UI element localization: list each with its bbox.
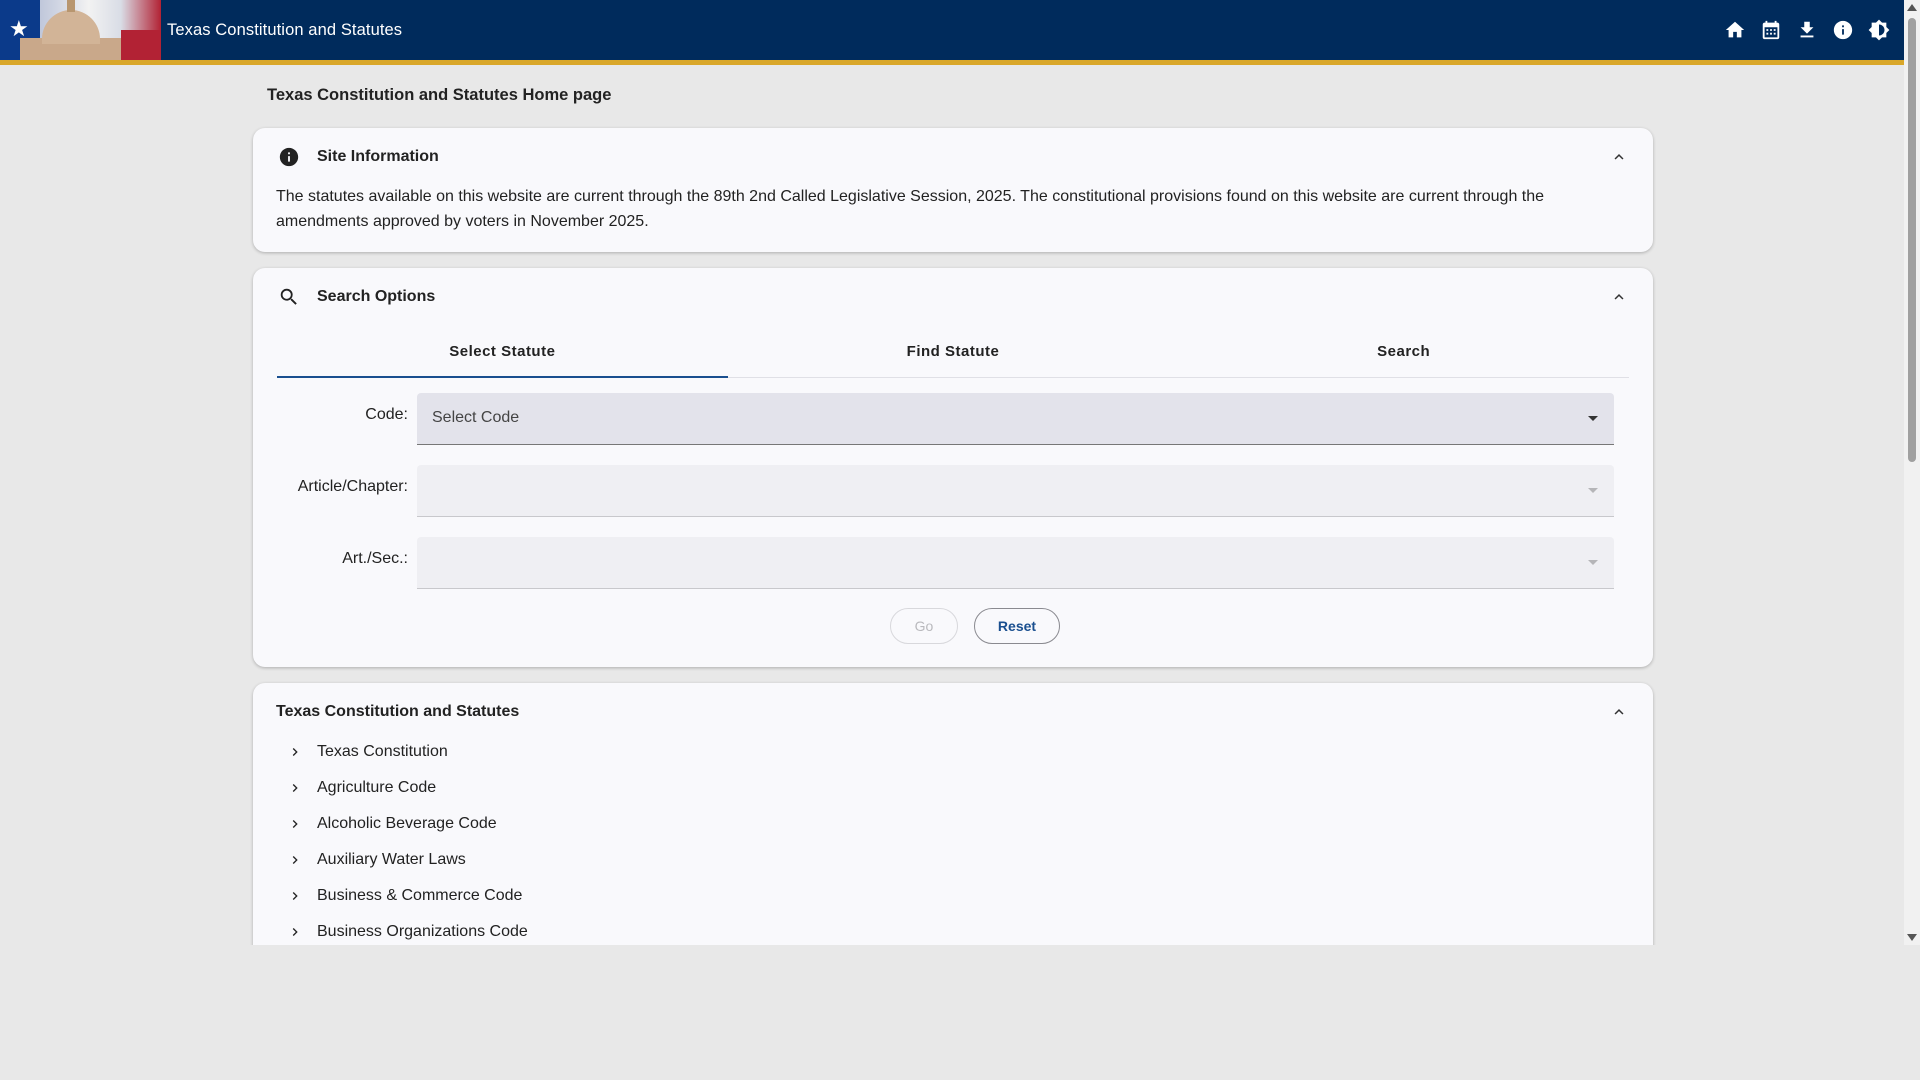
tab-search[interactable]: Search <box>1178 326 1629 377</box>
search-options-title: Search Options <box>317 288 436 305</box>
theme-toggle-button[interactable] <box>1866 17 1892 43</box>
dropdown-arrow-icon <box>1588 560 1598 565</box>
logo-flag-red <box>121 30 161 60</box>
info-circle-icon <box>277 145 301 169</box>
home-button[interactable] <box>1722 17 1748 43</box>
go-button[interactable]: Go <box>890 608 958 644</box>
code-select[interactable]: Select Code <box>417 393 1614 445</box>
calendar-icon <box>1762 20 1780 40</box>
tree-item-label: Business Organizations Code <box>317 923 528 940</box>
dropdown-arrow-icon <box>1588 416 1598 421</box>
logo-capitol-top <box>67 0 75 12</box>
home-icon <box>1725 21 1745 38</box>
art-sec-select[interactable] <box>417 537 1614 589</box>
chevron-up-icon <box>1614 709 1624 715</box>
tab-select-statute[interactable]: Select Statute <box>277 326 728 378</box>
site-information-panel: Site Information The statutes available … <box>253 128 1653 252</box>
statutes-header[interactable]: Texas Constitution and Statutes <box>253 683 1653 741</box>
code-row: Code: Select Code <box>253 378 1653 450</box>
scroll-down-icon[interactable] <box>1907 934 1917 941</box>
code-label: Code: <box>365 406 408 423</box>
site-information-collapse-button[interactable] <box>1607 145 1631 169</box>
search-options-collapse-button[interactable] <box>1607 285 1631 309</box>
page-title: Texas Constitution and Statutes Home pag… <box>267 86 612 104</box>
chevron-right-icon <box>287 852 303 868</box>
form-actions: Go Reset <box>253 608 1653 644</box>
statutes-panel: Texas Constitution and Statutes Texas Co… <box>253 683 1653 945</box>
chevron-right-icon <box>287 924 303 940</box>
download-button[interactable] <box>1794 17 1820 43</box>
tree-item-label: Alcoholic Beverage Code <box>317 815 497 832</box>
site-information-text: The statutes available on this website a… <box>276 188 1545 230</box>
article-chapter-select[interactable] <box>417 465 1614 517</box>
download-icon <box>1800 21 1814 38</box>
scrollbar-thumb[interactable] <box>1908 18 1916 462</box>
tree-item-agriculture-code[interactable]: Agriculture Code <box>287 770 1653 806</box>
logo-capitol-dome <box>42 10 100 44</box>
tree-item-label: Agriculture Code <box>317 779 437 796</box>
code-select-value: Select Code <box>432 409 520 426</box>
chevron-up-icon <box>1614 154 1624 160</box>
app-title: Texas Constitution and Statutes <box>167 20 403 39</box>
reset-button[interactable]: Reset <box>974 608 1060 644</box>
statutes-collapse-button[interactable] <box>1607 700 1631 724</box>
brightness-icon <box>1868 19 1890 41</box>
app-actions <box>1722 17 1892 43</box>
chevron-right-icon <box>287 816 303 832</box>
article-chapter-label: Article/Chapter: <box>297 478 408 495</box>
search-options-panel: Search Options Select Statute Find Statu… <box>253 268 1653 667</box>
info-icon <box>1833 20 1853 40</box>
chevron-right-icon <box>287 744 303 760</box>
article-chapter-row: Article/Chapter: <box>253 450 1653 522</box>
scroll-up-icon[interactable] <box>1907 4 1917 11</box>
tree-item-auxiliary-water-laws[interactable]: Auxiliary Water Laws <box>287 842 1653 878</box>
tree-item-alcoholic-beverage-code[interactable]: Alcoholic Beverage Code <box>287 806 1653 842</box>
search-icon <box>277 285 301 309</box>
app-bar: ★ Texas Constitution and Statutes <box>0 0 1904 65</box>
info-button[interactable] <box>1830 17 1856 43</box>
site-information-header[interactable]: Site Information <box>253 128 1653 186</box>
search-tabs: Select Statute Find Statute Search <box>277 326 1629 378</box>
logo-star-icon: ★ <box>9 16 29 41</box>
site-information-title: Site Information <box>317 148 439 165</box>
chevron-up-icon <box>1614 294 1624 300</box>
tree-item-label: Texas Constitution <box>317 743 448 760</box>
tree-item-label: Business & Commerce Code <box>317 887 523 904</box>
vertical-scrollbar[interactable] <box>1904 0 1920 945</box>
dropdown-arrow-icon <box>1588 488 1598 493</box>
calendar-button[interactable] <box>1758 17 1784 43</box>
tab-find-statute[interactable]: Find Statute <box>728 326 1179 377</box>
tree-item-label: Auxiliary Water Laws <box>317 851 466 868</box>
tree-item-business-commerce-code[interactable]: Business & Commerce Code <box>287 878 1653 914</box>
chevron-right-icon <box>287 888 303 904</box>
site-logo[interactable]: ★ <box>0 0 161 60</box>
art-sec-label: Art./Sec.: <box>342 550 408 567</box>
search-options-header[interactable]: Search Options <box>253 268 1653 326</box>
statutes-tree: Texas Constitution Agriculture Code Alco… <box>253 734 1653 945</box>
tree-item-business-organizations-code[interactable]: Business Organizations Code <box>287 914 1653 945</box>
main-content: Texas Constitution and Statutes Home pag… <box>0 65 1904 945</box>
statutes-title: Texas Constitution and Statutes <box>276 703 520 720</box>
chevron-right-icon <box>287 780 303 796</box>
art-sec-row: Art./Sec.: <box>253 522 1653 594</box>
